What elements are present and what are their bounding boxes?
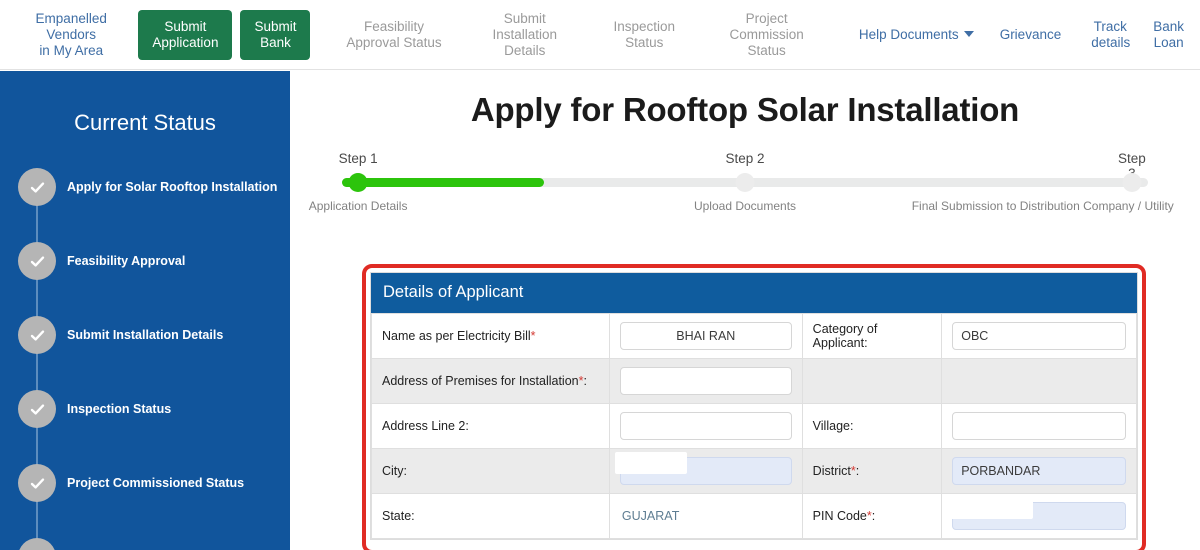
required-marker: * [578,374,584,388]
label-district: District*: [801,448,943,494]
label-category-of-applicant: Category of Applicant: [801,313,943,359]
sidebar-title: Current Status [74,110,216,135]
step-2-head: Step 2 [725,151,765,166]
required-marker: * [866,509,872,523]
step-3-dot[interactable] [1122,173,1142,192]
sidebar-item-submit-installation-details[interactable]: Submit Installation Details [0,298,290,372]
applicant-details-card: Details of Applicant Name as per Electri… [370,272,1138,540]
table-row: Address of Premises for Installation*: [371,358,1137,404]
nav-bank-loan[interactable]: Bank Loan [1145,15,1192,55]
page-title: Apply for Rooftop Solar Installation [470,91,1020,128]
check-icon [18,168,56,206]
top-navigation-bar: Empanelled Vendors in My Area Submit App… [0,0,1200,70]
sidebar-item-label: Submit Installation Details [67,328,224,342]
nav-help-documents-label: Help Documents [858,26,959,42]
current-status-list: Apply for Solar Rooftop Installation Fea… [0,150,290,550]
village-input[interactable] [952,412,1126,440]
sidebar-item-feasibility-approval[interactable]: Feasibility Approval [0,224,290,298]
nav-inspection-status[interactable]: Inspection Status [600,15,688,55]
nav-grievance[interactable]: Grievance [992,23,1070,47]
table-row: Name as per Electricity Bill* Category o… [371,313,1137,359]
stepper-progress-fill [342,178,544,187]
label-pin-code: PIN Code*: [801,493,943,539]
label-address-line-2: Address Line 2: [371,403,610,449]
check-icon [18,242,56,280]
nav-track-details[interactable]: Track details [1083,15,1137,55]
sidebar: Current Status Apply for Solar Rooftop I… [0,71,290,550]
check-icon [18,464,56,502]
sidebar-item-inspection-status[interactable]: Inspection Status [0,372,290,446]
name-as-per-electricity-bill-input[interactable] [619,322,792,350]
card-header-title: Details of Applicant [371,273,1137,313]
address-line-2-input[interactable] [619,412,792,440]
applicant-details-table: Name as per Electricity Bill* Category o… [371,313,1137,539]
nav-project-commission-status[interactable]: Project Commission Status [704,7,829,63]
label-state: State: [371,493,610,539]
sidebar-item-label: Inspection Status [67,402,172,416]
check-icon [18,390,56,428]
state-value: GUJARAT [621,509,680,523]
address-of-premises-input[interactable] [619,367,792,395]
main-content: Apply for Rooftop Solar Installation Ste… [290,71,1200,550]
chevron-down-icon [963,30,974,37]
label-village: Village: [801,403,943,449]
empty-cell-value [941,358,1137,404]
empty-cell-label [801,358,943,404]
step-1-head: Step 1 [338,151,378,166]
sidebar-item-label: Project Commissioned Status [67,476,245,490]
step-3-sub: Final Submission to Distribution Company… [911,199,1174,213]
nav-help-documents[interactable]: Help Documents [851,23,982,47]
label-name-as-per-electricity-bill: Name as per Electricity Bill* [371,313,610,359]
sidebar-item-label: Feasibility Approval [67,254,186,268]
check-icon [18,538,56,550]
nav-submit-installation-details[interactable]: Submit Installation Details [463,7,586,63]
sidebar-item-apply-solar-rooftop[interactable]: Apply for Solar Rooftop Installation [0,150,290,224]
redaction-overlay [947,497,1034,519]
step-1-dot[interactable] [348,173,368,192]
nav-feasibility-approval-status[interactable]: Feasibility Approval Status [336,15,451,55]
sidebar-item-subsidy-request[interactable]: Subsidy Request [0,520,290,550]
required-marker: * [530,329,536,343]
label-city: City: [371,448,610,494]
label-address-of-premises: Address of Premises for Installation*: [371,358,610,404]
redaction-overlay [614,452,687,474]
step-2-dot[interactable] [735,173,755,192]
table-row: Address Line 2: Village: [371,403,1137,449]
table-row: State: GUJARAT PIN Code*: [371,493,1137,539]
category-of-applicant-input[interactable] [952,322,1126,350]
submit-application-button[interactable]: Submit Application [138,9,233,60]
progress-stepper: Step 1 Application Details Step 2 Upload… [309,151,1174,231]
step-2-sub: Upload Documents [693,199,797,213]
table-row: City: District*: [371,448,1137,494]
sidebar-item-project-commissioned-status[interactable]: Project Commissioned Status [0,446,290,520]
required-marker: * [850,464,856,478]
sidebar-item-label: Apply for Solar Rooftop Installation [67,180,278,194]
step-1-sub: Application Details [308,199,408,213]
submit-bank-button[interactable]: Submit Bank [240,9,311,60]
nav-empanelled-vendors[interactable]: Empanelled Vendors in My Area [8,7,134,63]
check-icon [18,316,56,354]
district-input[interactable] [952,457,1126,485]
highlight-annotation: Details of Applicant Name as per Electri… [362,264,1146,550]
